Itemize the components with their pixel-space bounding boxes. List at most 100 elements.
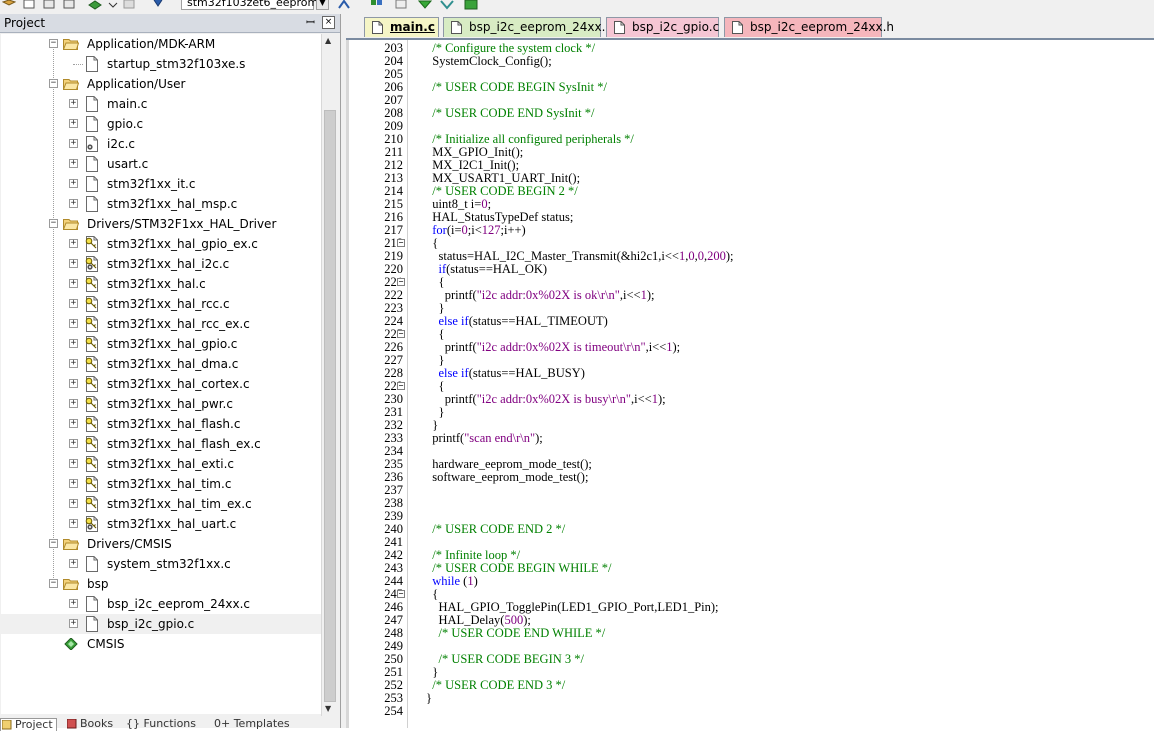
- code-line[interactable]: 238: [346, 497, 1154, 510]
- code-line[interactable]: 250 /* USER CODE BEGIN 3 */: [346, 653, 1154, 666]
- download-icon[interactable]: [152, 0, 166, 10]
- code-line[interactable]: 254: [346, 705, 1154, 718]
- editor-tab[interactable]: bsp_i2c_eeprom_24xx.c: [443, 17, 612, 37]
- stop-build-icon[interactable]: [122, 0, 136, 10]
- tree-file[interactable]: startup_stm32f103xe.s: [1, 54, 321, 74]
- expand-toggle-icon[interactable]: +: [69, 379, 78, 388]
- expand-toggle-icon[interactable]: +: [69, 239, 78, 248]
- expand-toggle-icon[interactable]: +: [69, 279, 78, 288]
- tree-folder[interactable]: − Drivers/CMSIS: [1, 534, 321, 554]
- code-line[interactable]: 252 /* USER CODE END 3 */: [346, 679, 1154, 692]
- expand-toggle-icon[interactable]: +: [69, 119, 78, 128]
- code-line[interactable]: 248 /* USER CODE END WHILE */: [346, 627, 1154, 640]
- expand-toggle-icon[interactable]: +: [69, 499, 78, 508]
- tree-file[interactable]: + stm32f1xx_hal_tim_ex.c: [1, 494, 321, 514]
- collapse-toggle-icon[interactable]: −: [49, 579, 58, 588]
- code-editor[interactable]: 203 /* Configure the system clock */204 …: [346, 40, 1154, 728]
- scrollbar-thumb[interactable]: [324, 110, 336, 702]
- tree-file[interactable]: + stm32f1xx_hal.c: [1, 274, 321, 294]
- expand-toggle-icon[interactable]: +: [69, 199, 78, 208]
- tree-file[interactable]: + stm32f1xx_hal_exti.c: [1, 454, 321, 474]
- dropdown-arrow-icon[interactable]: [106, 0, 120, 10]
- collapse-toggle-icon[interactable]: −: [49, 79, 58, 88]
- code-line[interactable]: 226 printf("i2c addr:0x%02X is timeout\r…: [346, 341, 1154, 354]
- tree-file[interactable]: + main.c: [1, 94, 321, 114]
- collapse-toggle-icon[interactable]: −: [49, 39, 58, 48]
- translate-icon[interactable]: [22, 0, 36, 10]
- code-line[interactable]: 240 /* USER CODE END 2 */: [346, 523, 1154, 536]
- tree-folder[interactable]: − Application/MDK-ARM: [1, 34, 321, 54]
- editor-tab[interactable]: main.c: [364, 17, 439, 37]
- tree-file[interactable]: + i2c.c: [1, 134, 321, 154]
- collapse-toggle-icon[interactable]: −: [49, 219, 58, 228]
- fold-toggle-icon[interactable]: −: [397, 239, 405, 247]
- tree-file[interactable]: + stm32f1xx_hal_cortex.c: [1, 374, 321, 394]
- tree-file[interactable]: + stm32f1xx_hal_i2c.c: [1, 254, 321, 274]
- manage-components-icon[interactable]: [370, 0, 384, 10]
- code-line[interactable]: 204 SystemClock_Config();: [346, 55, 1154, 68]
- tree-component[interactable]: CMSIS: [1, 634, 321, 654]
- tree-file[interactable]: + stm32f1xx_hal_pwr.c: [1, 394, 321, 414]
- collapse-toggle-icon[interactable]: −: [49, 539, 58, 548]
- expand-toggle-icon[interactable]: +: [69, 259, 78, 268]
- tree-file[interactable]: + stm32f1xx_hal_flash.c: [1, 414, 321, 434]
- expand-toggle-icon[interactable]: +: [69, 439, 78, 448]
- code-line[interactable]: 222 printf("i2c addr:0x%02X is ok\r\n",i…: [346, 289, 1154, 302]
- target-dropdown-button[interactable]: ▼: [316, 0, 329, 10]
- tree-folder[interactable]: − Application/User: [1, 74, 321, 94]
- file-extensions-icon[interactable]: [394, 0, 408, 10]
- tree-file[interactable]: + system_stm32f1xx.c: [1, 554, 321, 574]
- code-line[interactable]: 208 /* USER CODE END SysInit */: [346, 107, 1154, 120]
- code-line[interactable]: 231 }: [346, 406, 1154, 419]
- pack-installer-icon[interactable]: [440, 0, 454, 10]
- expand-toggle-icon[interactable]: +: [69, 619, 78, 628]
- tree-folder[interactable]: − Drivers/STM32F1xx_HAL_Driver: [1, 214, 321, 234]
- tab-functions[interactable]: {} Functions: [124, 718, 196, 730]
- expand-toggle-icon[interactable]: +: [69, 419, 78, 428]
- tab-project[interactable]: Project: [0, 718, 57, 731]
- code-line[interactable]: 244 while (1): [346, 575, 1154, 588]
- code-line[interactable]: 217 for(i=0;i<127;i++): [346, 224, 1154, 237]
- expand-toggle-icon[interactable]: +: [69, 339, 78, 348]
- scroll-down-icon[interactable]: ▼: [325, 704, 331, 713]
- expand-toggle-icon[interactable]: +: [69, 459, 78, 468]
- code-line[interactable]: 206 /* USER CODE BEGIN SysInit */: [346, 81, 1154, 94]
- tree-scrollbar[interactable]: ▲ ▼: [321, 34, 339, 716]
- close-icon[interactable]: ×: [322, 16, 335, 29]
- options-for-target-icon[interactable]: [337, 0, 351, 10]
- expand-toggle-icon[interactable]: +: [69, 359, 78, 368]
- expand-toggle-icon[interactable]: +: [69, 519, 78, 528]
- expand-toggle-icon[interactable]: +: [69, 299, 78, 308]
- scroll-up-icon[interactable]: ▲: [325, 36, 331, 45]
- fold-toggle-icon[interactable]: −: [397, 278, 405, 286]
- tab-books[interactable]: Books: [66, 718, 113, 730]
- tree-file[interactable]: + stm32f1xx_hal_flash_ex.c: [1, 434, 321, 454]
- load-icon[interactable]: [2, 0, 16, 10]
- tree-file[interactable]: + stm32f1xx_hal_dma.c: [1, 354, 321, 374]
- expand-toggle-icon[interactable]: +: [69, 159, 78, 168]
- run-time-environment-icon[interactable]: [464, 0, 478, 10]
- batch-build-icon[interactable]: [88, 0, 102, 10]
- fold-toggle-icon[interactable]: −: [397, 330, 405, 338]
- build-icon[interactable]: [42, 0, 56, 10]
- expand-toggle-icon[interactable]: +: [69, 179, 78, 188]
- rebuild-icon[interactable]: [62, 0, 76, 10]
- target-select[interactable]: stm32f103zet6_eeprom: [181, 0, 318, 10]
- tree-file[interactable]: + bsp_i2c_gpio.c: [1, 614, 321, 634]
- code-line[interactable]: 224 else if(status==HAL_TIMEOUT): [346, 315, 1154, 328]
- tree-file[interactable]: + stm32f1xx_hal_rcc_ex.c: [1, 314, 321, 334]
- code-line[interactable]: 253}: [346, 692, 1154, 705]
- tree-file[interactable]: + bsp_i2c_eeprom_24xx.c: [1, 594, 321, 614]
- tree-file[interactable]: + stm32f1xx_it.c: [1, 174, 321, 194]
- expand-toggle-icon[interactable]: +: [69, 399, 78, 408]
- expand-toggle-icon[interactable]: +: [69, 559, 78, 568]
- code-line[interactable]: 228 else if(status==HAL_BUSY): [346, 367, 1154, 380]
- expand-toggle-icon[interactable]: +: [69, 479, 78, 488]
- tree-folder[interactable]: − bsp: [1, 574, 321, 594]
- tree-file[interactable]: + stm32f1xx_hal_tim.c: [1, 474, 321, 494]
- tree-file[interactable]: + gpio.c: [1, 114, 321, 134]
- pin-icon[interactable]: ꟷ: [306, 15, 315, 30]
- tree-file[interactable]: + stm32f1xx_hal_gpio.c: [1, 334, 321, 354]
- expand-toggle-icon[interactable]: +: [69, 99, 78, 108]
- select-packs-icon[interactable]: [418, 0, 432, 10]
